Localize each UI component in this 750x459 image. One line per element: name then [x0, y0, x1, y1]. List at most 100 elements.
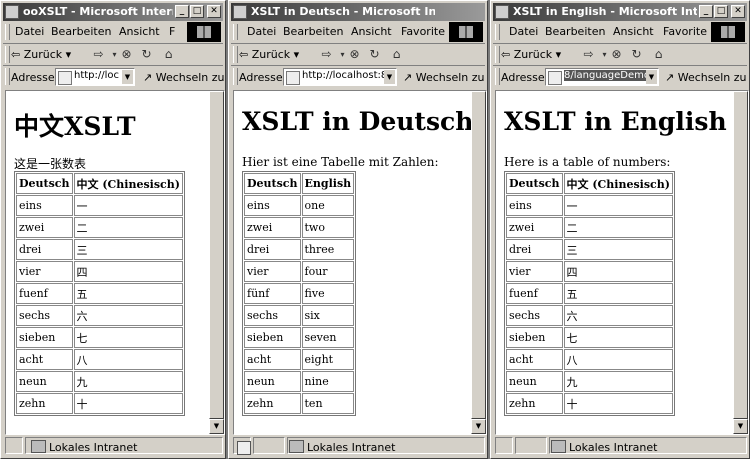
address-input[interactable]: http://loc ▼ [55, 68, 135, 86]
menu-view[interactable]: Ansicht [351, 25, 392, 38]
dropdown-arrow-icon[interactable]: ▼ [646, 70, 657, 84]
address-label: Adresse [11, 71, 55, 84]
scroll-down-button[interactable]: ▼ [733, 419, 748, 434]
go-button[interactable]: ↗ Wechseln zu [665, 71, 747, 84]
refresh-icon[interactable]: ↻ [367, 47, 382, 62]
title-bar[interactable]: XSLT in English - Microsoft Inter... _ □… [493, 3, 747, 21]
stop-icon[interactable]: ⊗ [609, 47, 624, 62]
status-bar: Lokales Intranet [231, 436, 485, 456]
table-row: neun 九 [506, 371, 673, 392]
status-pane [253, 437, 285, 454]
back-button[interactable]: ⇦ Zurück ▾ [501, 48, 561, 61]
title-bar[interactable]: XSLT in Deutsch - Microsoft Inte... [231, 3, 485, 21]
stop-icon[interactable]: ⊗ [119, 47, 134, 62]
back-button[interactable]: ⇦ Zurück ▾ [239, 48, 299, 61]
table-cell: sechs [244, 305, 301, 326]
zone-indicator: Lokales Intranet [551, 440, 657, 454]
window-title: XSLT in Deutsch - Microsoft Inte... [251, 5, 435, 18]
forward-icon[interactable]: ⇨ [91, 47, 106, 62]
menu-view[interactable]: Ansicht [613, 25, 654, 38]
forward-icon[interactable]: ⇨ [581, 47, 596, 62]
toolbar-grip[interactable] [495, 68, 500, 85]
menu-file[interactable]: Datei [247, 25, 276, 38]
go-button[interactable]: ↗ Wechseln zu [143, 71, 225, 84]
toolbar-grip[interactable] [233, 68, 238, 85]
toolbar-grip[interactable] [5, 46, 10, 63]
menu-file[interactable]: Datei [509, 25, 538, 38]
table-row: drei 三 [16, 239, 183, 260]
toolbar-grip[interactable] [5, 68, 10, 85]
vertical-scrollbar[interactable]: ▼ [733, 91, 748, 434]
table-row: neun 九 [16, 371, 183, 392]
toolbar-grip[interactable] [5, 24, 10, 40]
dropdown-arrow-icon[interactable]: ▼ [122, 70, 133, 84]
table-cell: 十 [73, 393, 183, 414]
scroll-down-button[interactable]: ▼ [471, 419, 486, 434]
toolbar-grip[interactable] [233, 46, 238, 63]
table-row: sechs six [244, 305, 355, 326]
title-bar[interactable]: ooXSLT - Microsoft Intern... _ □ ✕ [3, 3, 223, 21]
scroll-down-button[interactable]: ▼ [209, 419, 224, 434]
table-body: eins 一 zwei 二 drei 三 vier 四 fuenf 五 sechs 六 sieben 七 a… [506, 195, 673, 414]
zone-indicator: Lokales Intranet [289, 440, 395, 454]
table-body: eins one zwei two drei three vier four fünf five s… [244, 195, 355, 414]
scroll-thumb[interactable] [733, 91, 748, 419]
toolbar-grip[interactable] [495, 46, 500, 63]
table-cell: 一 [563, 195, 673, 216]
table-cell: four [301, 261, 355, 282]
numbers-table: Deutsch English eins one zwei two drei three v… [242, 171, 357, 416]
table-cell: three [301, 239, 355, 260]
table-cell: zwei [244, 217, 301, 238]
scroll-thumb[interactable] [471, 91, 486, 419]
forward-icon[interactable]: ⇨ [319, 47, 334, 62]
table-row: acht 八 [506, 349, 673, 370]
stop-icon[interactable]: ⊗ [347, 47, 362, 62]
status-pane [233, 437, 251, 455]
refresh-icon[interactable]: ↻ [139, 47, 154, 62]
address-input[interactable]: 8/languageDemo ▼ [545, 68, 659, 86]
table-cell: sieben [244, 327, 301, 348]
table-cell: eins [506, 195, 563, 216]
minimize-button[interactable]: _ [175, 5, 189, 18]
table-cell: zehn [16, 393, 73, 414]
go-button[interactable]: ↗ Wechseln zu [403, 71, 485, 84]
home-icon[interactable]: ⌂ [651, 47, 666, 62]
menu-favorites[interactable]: Favorite [663, 25, 707, 38]
menu-favorites[interactable]: Favorite [401, 25, 445, 38]
home-icon[interactable]: ⌂ [161, 47, 176, 62]
table-row: drei 三 [506, 239, 673, 260]
table-cell: 四 [73, 261, 183, 282]
page-icon [548, 71, 562, 85]
page-content: XSLT in Deutsch Hier ist eine Tabelle mi… [233, 90, 487, 435]
maximize-button[interactable]: □ [190, 5, 204, 18]
menu-file[interactable]: Datei [15, 25, 44, 38]
toolbar-grip[interactable] [495, 24, 500, 40]
status-bar: Lokales Intranet [493, 436, 747, 456]
table-cell: sechs [16, 305, 73, 326]
menu-edit[interactable]: Bearbeiten [283, 25, 343, 38]
table-cell: fünf [244, 283, 301, 304]
minimize-button[interactable]: _ [699, 5, 713, 18]
maximize-button[interactable]: □ [714, 5, 728, 18]
menu-view[interactable]: Ansicht [119, 25, 160, 38]
back-button[interactable]: ⇦ Zurück ▾ [11, 48, 71, 61]
menu-bar: Datei Bearbeiten Ansicht Favorite [231, 22, 485, 42]
table-header-row: Deutsch 中文 (Chinesisch) [16, 173, 183, 194]
home-icon[interactable]: ⌂ [389, 47, 404, 62]
close-button[interactable]: ✕ [731, 5, 745, 18]
scroll-thumb[interactable] [209, 91, 224, 419]
address-bar: Adresse http://loc ▼ ↗ Wechseln zu [3, 65, 225, 88]
vertical-scrollbar[interactable]: ▼ [209, 91, 224, 434]
table-cell: two [301, 217, 355, 238]
close-button[interactable]: ✕ [207, 5, 221, 18]
toolbar-grip[interactable] [233, 24, 238, 40]
menu-edit[interactable]: Bearbeiten [51, 25, 111, 38]
dropdown-arrow-icon[interactable]: ▼ [384, 70, 395, 84]
address-input[interactable]: http://localhost:8 ▼ [283, 68, 397, 86]
refresh-icon[interactable]: ↻ [629, 47, 644, 62]
table-row: zehn 十 [16, 393, 183, 414]
vertical-scrollbar[interactable]: ▼ [471, 91, 486, 434]
menu-favorites[interactable]: F [169, 25, 175, 38]
menu-edit[interactable]: Bearbeiten [545, 25, 605, 38]
menu-bar: Datei Bearbeiten Ansicht Favorite [493, 22, 747, 42]
